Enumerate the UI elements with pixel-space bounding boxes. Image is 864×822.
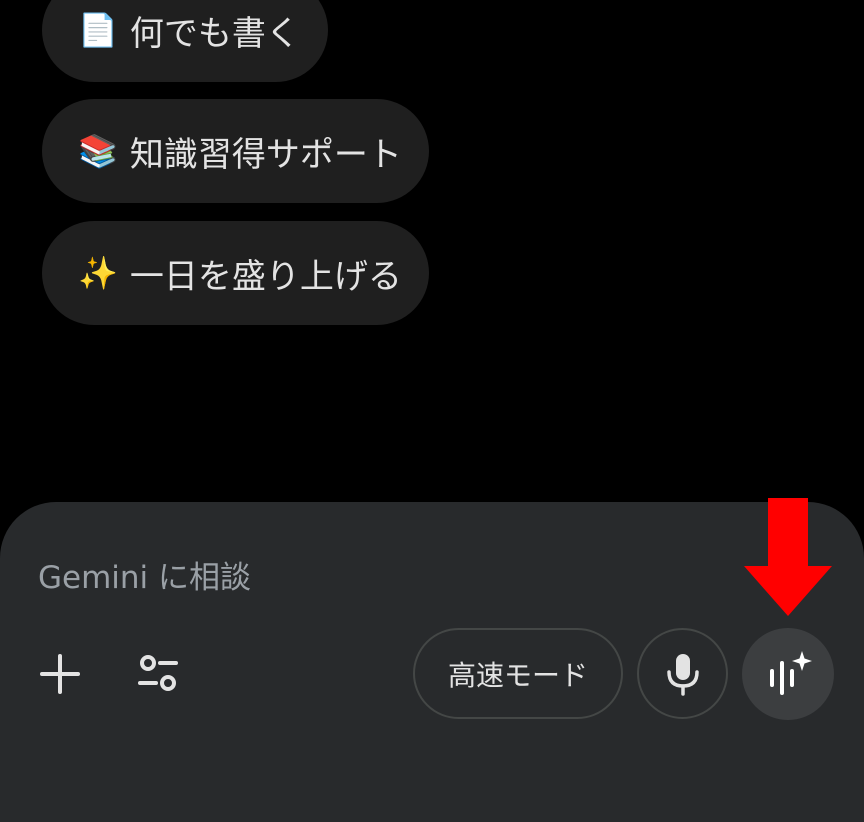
suggestion-label: 知識習得サポート bbox=[129, 134, 402, 175]
suggestion-label: 何でも書く bbox=[129, 13, 300, 54]
suggestion-chip-learning-support[interactable]: 📚 知識習得サポート bbox=[42, 99, 429, 203]
mode-label: 高速モード bbox=[447, 658, 588, 692]
gemini-live-button[interactable] bbox=[742, 628, 834, 720]
sparkles-emoji-icon: ✨ bbox=[78, 254, 118, 292]
tools-sliders-icon bbox=[138, 655, 178, 691]
tools-button[interactable] bbox=[128, 644, 188, 704]
suggestion-chip-brighten-day[interactable]: ✨ 一日を盛り上げる bbox=[42, 221, 429, 325]
books-emoji-icon: 📚 bbox=[78, 132, 118, 170]
prompt-input[interactable]: Gemini に相談 bbox=[38, 552, 251, 597]
microphone-icon bbox=[666, 653, 699, 696]
suggestion-chip-write-anything[interactable]: 📄 何でも書く bbox=[42, 0, 328, 82]
suggestion-label: 一日を盛り上げる bbox=[129, 256, 402, 297]
add-button[interactable] bbox=[30, 644, 90, 704]
plus-icon bbox=[40, 654, 80, 694]
gemini-live-icon bbox=[770, 651, 812, 695]
mode-selector-button[interactable]: 高速モード bbox=[413, 628, 623, 719]
microphone-button[interactable] bbox=[637, 628, 728, 719]
document-emoji-icon: 📄 bbox=[78, 11, 118, 49]
red-down-arrow-annotation bbox=[744, 498, 832, 616]
